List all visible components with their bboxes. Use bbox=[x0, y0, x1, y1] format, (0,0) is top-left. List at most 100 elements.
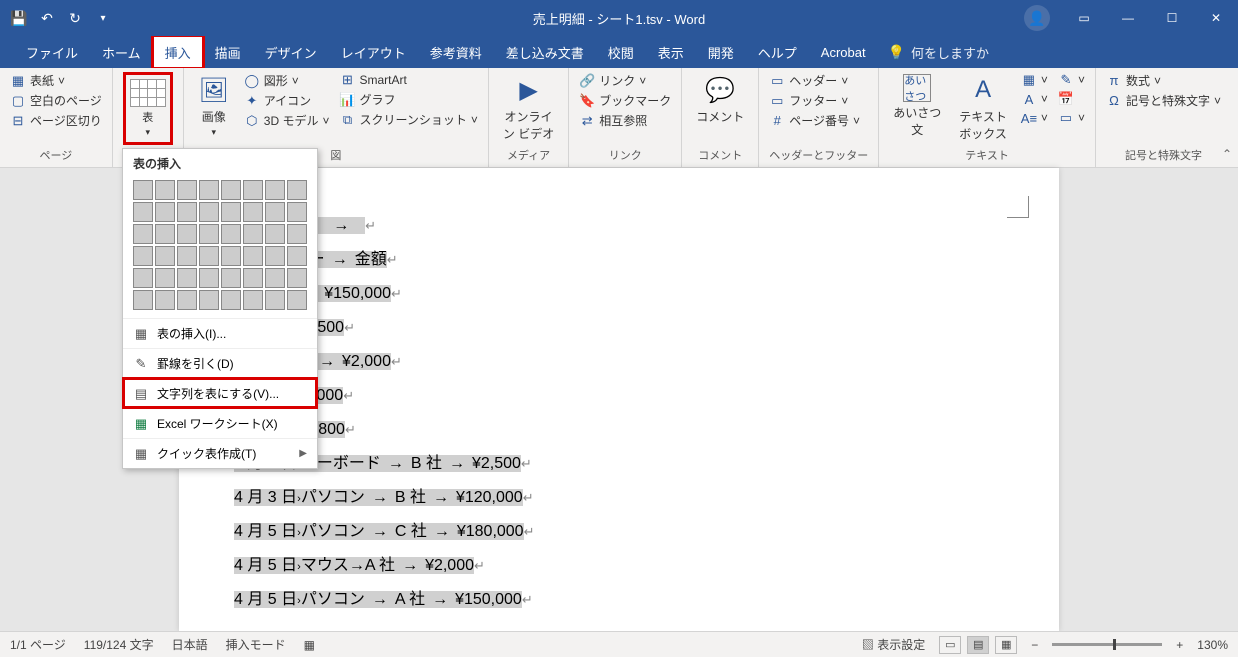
web-layout-icon[interactable]: ▦ bbox=[995, 636, 1017, 654]
convert-icon: ▤ bbox=[133, 386, 149, 402]
page-break-button[interactable]: ⊟ページ区切り bbox=[10, 112, 102, 129]
datetime-button[interactable]: 📅 bbox=[1058, 91, 1085, 107]
status-words[interactable]: 119/124 文字 bbox=[84, 636, 154, 653]
icons-button[interactable]: ✦アイコン bbox=[244, 92, 330, 109]
table-size-grid[interactable] bbox=[123, 176, 317, 318]
dropcap-icon: A≡ bbox=[1021, 110, 1037, 126]
view-buttons: ▭ ▤ ▦ bbox=[939, 636, 1017, 654]
read-mode-icon[interactable]: ▭ bbox=[939, 636, 961, 654]
tab-file[interactable]: ファイル bbox=[14, 36, 90, 68]
footer-button[interactable]: ▭フッター ˅ bbox=[769, 92, 860, 109]
tab-home[interactable]: ホーム bbox=[90, 36, 153, 68]
table-dropdown: 表の挿入 ▦表の挿入(I)... ✎罫線を引く(D) ▤文字列を表にする(V).… bbox=[122, 148, 318, 469]
zoom-out-icon[interactable]: − bbox=[1031, 638, 1038, 652]
images-button[interactable]: 🖼画像▾ bbox=[194, 72, 234, 145]
cover-page-button[interactable]: ▦表紙 ˅ bbox=[10, 72, 102, 89]
menu-insert-table[interactable]: ▦表の挿入(I)... bbox=[123, 318, 317, 348]
tab-draw[interactable]: 描画 bbox=[203, 36, 253, 68]
status-lang[interactable]: 日本語 bbox=[172, 636, 208, 653]
quickparts-button[interactable]: ▦˅ bbox=[1021, 72, 1048, 88]
header-icon: ▭ bbox=[769, 73, 785, 89]
menu-draw-table[interactable]: ✎罫線を引く(D) bbox=[123, 348, 317, 378]
pagenum-button[interactable]: #ページ番号 ˅ bbox=[769, 112, 860, 129]
menu-excel-worksheet[interactable]: ▦Excel ワークシート(X) bbox=[123, 408, 317, 438]
close-icon[interactable]: ✕ bbox=[1194, 0, 1238, 36]
icons-icon: ✦ bbox=[244, 93, 260, 109]
tab-review[interactable]: 校閲 bbox=[596, 36, 646, 68]
3dmodels-button[interactable]: ⬡3D モデル ˅ bbox=[244, 112, 330, 129]
tab-view[interactable]: 表示 bbox=[646, 36, 696, 68]
chart-button[interactable]: 📊グラフ bbox=[339, 91, 477, 108]
tab-acrobat[interactable]: Acrobat bbox=[809, 36, 878, 68]
link-button[interactable]: 🔗リンク ˅ bbox=[579, 72, 671, 89]
page-break-icon: ⊟ bbox=[10, 113, 26, 129]
table-row: 4 月 5 日›パソコン→C 社→¥180,000↵ bbox=[231, 516, 537, 548]
menu-quick-tables[interactable]: ▦クイック表作成(T)▶ bbox=[123, 438, 317, 468]
ribbon-options-icon[interactable]: ▭ bbox=[1062, 0, 1106, 36]
tab-insert[interactable]: 挿入 bbox=[153, 36, 203, 68]
undo-icon[interactable]: ↶ bbox=[38, 9, 56, 27]
dropcap-button[interactable]: A≡˅ bbox=[1021, 110, 1048, 126]
parts-icon: ▦ bbox=[1021, 72, 1037, 88]
textbox-button[interactable]: Aテキスト ボックス bbox=[955, 72, 1011, 145]
redo-icon[interactable]: ↻ bbox=[66, 9, 84, 27]
symbol-icon: Ω bbox=[1106, 93, 1122, 109]
zoom-level[interactable]: 130% bbox=[1197, 638, 1228, 652]
document-content[interactable]: → → ↵ メーカー→金額↵→A 社→¥150,000↵B 社→¥1,500↵ド… bbox=[229, 208, 1009, 618]
greeting-button[interactable]: あいさつあいさつ 文 bbox=[889, 72, 945, 145]
link-icon: 🔗 bbox=[579, 73, 595, 89]
menu-convert-text-to-table[interactable]: ▤文字列を表にする(V)... bbox=[123, 378, 317, 408]
tab-developer[interactable]: 開発 bbox=[696, 36, 746, 68]
tab-design[interactable]: デザイン bbox=[253, 36, 329, 68]
shapes-icon: ◯ bbox=[244, 73, 260, 89]
screenshot-button[interactable]: ⧉スクリーンショット ˅ bbox=[339, 111, 477, 128]
status-mode[interactable]: 挿入モード bbox=[226, 636, 286, 653]
equation-icon: π bbox=[1106, 73, 1122, 89]
zoom-in-icon[interactable]: + bbox=[1176, 638, 1183, 652]
header-button[interactable]: ▭ヘッダー ˅ bbox=[769, 72, 860, 89]
qat-customize-icon[interactable]: ▾ bbox=[94, 9, 112, 27]
blank-page-button[interactable]: ▢空白のページ bbox=[10, 92, 102, 109]
maximize-icon[interactable]: ☐ bbox=[1150, 0, 1194, 36]
bookmark-button[interactable]: 🔖ブックマーク bbox=[579, 92, 671, 109]
display-settings[interactable]: ▧ 表示設定 bbox=[862, 636, 925, 653]
crossref-button[interactable]: ⇄相互参照 bbox=[579, 112, 671, 129]
symbol-button[interactable]: Ω記号と特殊文字 ˅ bbox=[1106, 92, 1221, 109]
group-pages-label: ページ bbox=[10, 145, 102, 165]
object-icon: ▭ bbox=[1058, 110, 1074, 126]
print-layout-icon[interactable]: ▤ bbox=[967, 636, 989, 654]
wordart-icon: A bbox=[1021, 91, 1037, 107]
equation-button[interactable]: π数式 ˅ bbox=[1106, 72, 1221, 89]
collapse-ribbon-icon[interactable]: ⌃ bbox=[1222, 147, 1232, 161]
sig-button[interactable]: ✎˅ bbox=[1058, 72, 1085, 88]
page-icon: ▦ bbox=[10, 73, 26, 89]
group-links-label: リンク bbox=[579, 145, 671, 165]
smartart-icon: ⊞ bbox=[339, 72, 355, 88]
tab-mailings[interactable]: 差し込み文書 bbox=[494, 36, 596, 68]
textbox-icon: A bbox=[967, 74, 999, 106]
table-row: 4 月 3 日›パソコン→B 社→¥120,000↵ bbox=[231, 482, 537, 514]
ribbon-tabs: ファイル ホーム 挿入 描画 デザイン レイアウト 参考資料 差し込み文書 校閲… bbox=[0, 36, 1238, 68]
smartart-button[interactable]: ⊞SmartArt bbox=[339, 72, 477, 88]
status-macro-icon[interactable]: ▦ bbox=[304, 638, 315, 652]
wordart-button[interactable]: A˅ bbox=[1021, 91, 1048, 107]
user-avatar[interactable]: 👤 bbox=[1024, 5, 1050, 31]
group-comments-label: コメント bbox=[692, 145, 748, 165]
tab-references[interactable]: 参考資料 bbox=[418, 36, 494, 68]
online-video-button[interactable]: ▶オンライ ン ビデオ bbox=[499, 72, 558, 145]
excel-icon: ▦ bbox=[133, 416, 149, 432]
save-icon[interactable]: 💾 bbox=[10, 9, 28, 27]
3d-icon: ⬡ bbox=[244, 113, 260, 129]
table-button[interactable]: 表 ▾ bbox=[123, 72, 173, 145]
tell-me-search[interactable]: 💡 何をしますか bbox=[888, 43, 989, 62]
group-headerfooter-label: ヘッダーとフッター bbox=[769, 145, 868, 165]
tab-help[interactable]: ヘルプ bbox=[746, 36, 809, 68]
zoom-slider[interactable] bbox=[1052, 643, 1162, 646]
status-page[interactable]: 1/1 ページ bbox=[10, 636, 66, 653]
shapes-button[interactable]: ◯図形 ˅ bbox=[244, 72, 330, 89]
object-button[interactable]: ▭˅ bbox=[1058, 110, 1085, 126]
footer-icon: ▭ bbox=[769, 93, 785, 109]
minimize-icon[interactable]: — bbox=[1106, 0, 1150, 36]
tab-layout[interactable]: レイアウト bbox=[329, 36, 418, 68]
comment-button[interactable]: 💬コメント bbox=[692, 72, 748, 145]
